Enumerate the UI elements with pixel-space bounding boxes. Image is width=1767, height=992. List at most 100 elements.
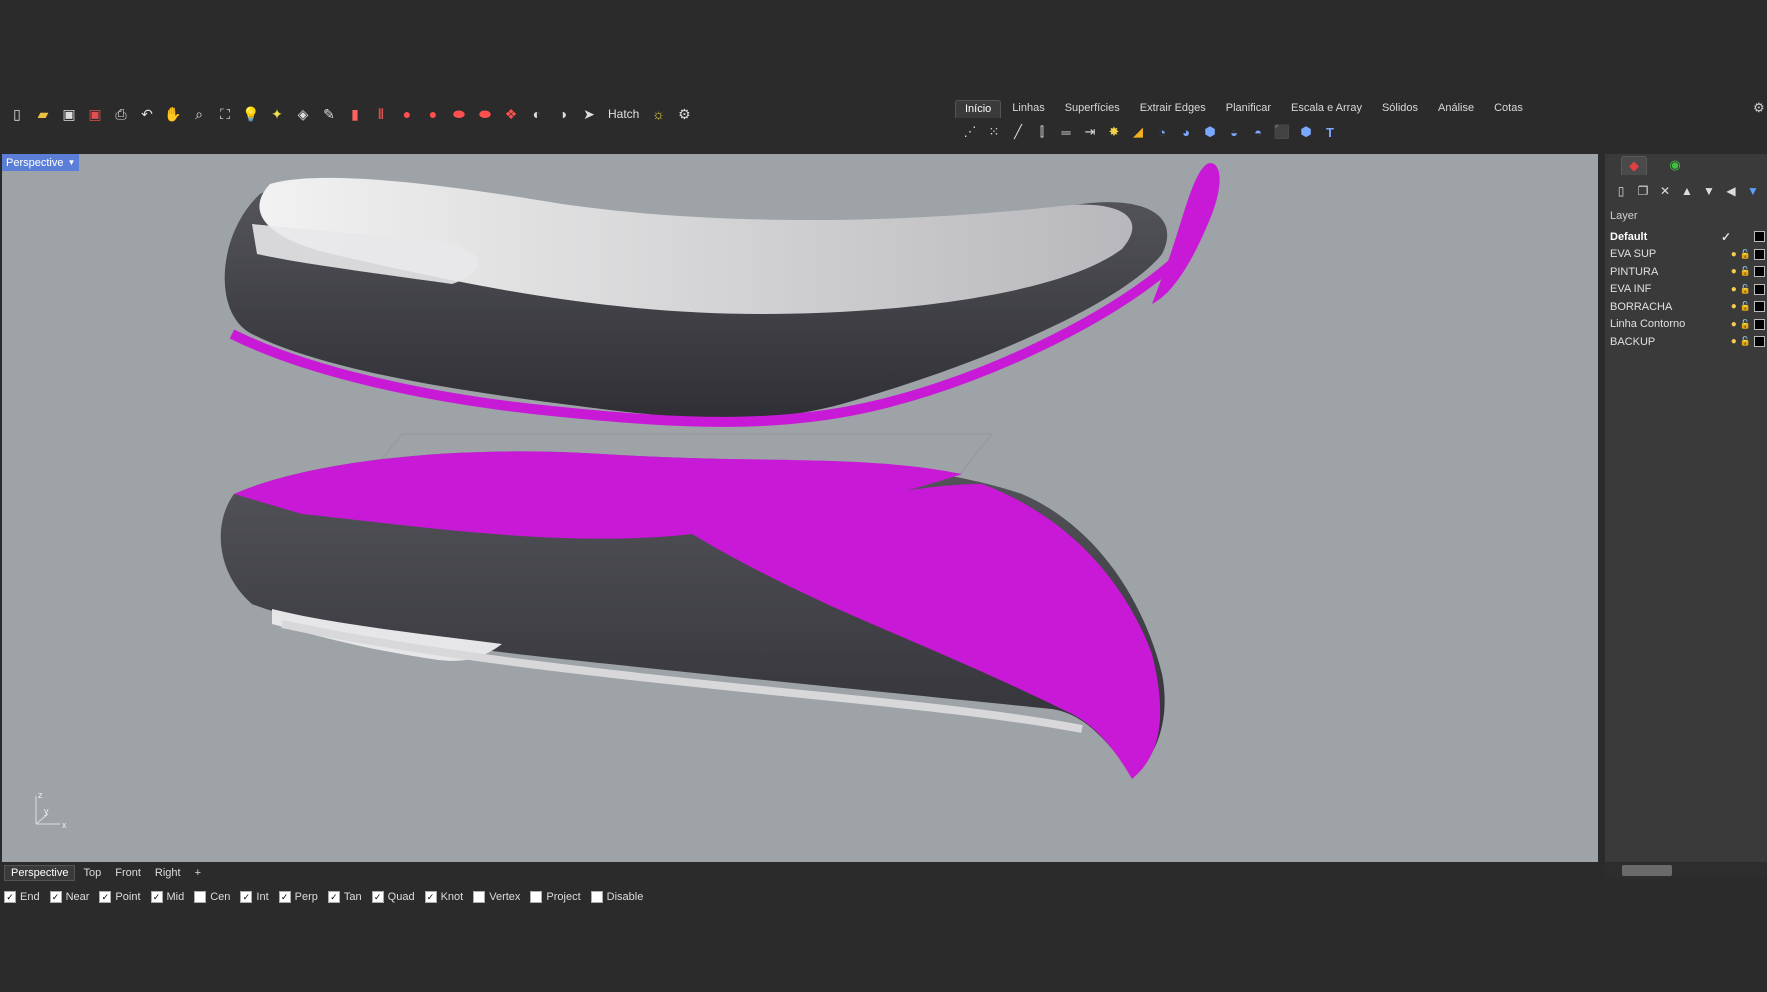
osnap-checkbox[interactable] [590,891,603,903]
boolean-icon[interactable]: ◢ [1128,122,1148,142]
ribbon-tab[interactable]: Análise [1429,100,1483,118]
layer-visible-bulb-icon[interactable]: ● [1731,301,1737,312]
hatch-button[interactable]: Hatch [604,107,643,121]
layer-color-swatch[interactable] [1754,336,1765,347]
new-layer-icon[interactable]: ▯ [1612,183,1630,199]
osnap-checkbox[interactable]: ✓ [278,891,291,903]
osnap-checkbox[interactable]: ✓ [327,891,340,903]
ribbon-tab[interactable]: Cotas [1485,100,1532,118]
layer-row[interactable]: EVA INF ● 🔓 [1610,281,1767,298]
zoom-extents-icon[interactable]: ⛶ [214,103,236,125]
delete-layer-icon[interactable]: ✕ [1656,183,1674,199]
pan-hand-icon[interactable]: ✋ [162,103,184,125]
explode-icon[interactable]: ⬬ [448,103,470,125]
viewport-tab[interactable]: Front [109,866,147,880]
render-sphere-icon[interactable]: ◐ [526,103,548,125]
osnap-mid[interactable]: ✓ Mid [150,891,184,903]
viewport-tab[interactable]: Perspective [4,865,76,881]
viewport-tab[interactable]: Right [149,866,187,880]
save-icon[interactable]: ▣ [58,103,80,125]
current-layer-check-icon[interactable]: ✓ [1721,230,1731,244]
join-icon[interactable]: ● [422,103,444,125]
add-viewport-tab-icon[interactable]: + [189,866,207,880]
osnap-checkbox[interactable] [473,891,486,903]
layers-tab-icon[interactable]: ◆ [1621,156,1647,175]
osnap-point[interactable]: ✓ Point [99,891,141,903]
osnap-near[interactable]: ✓ Near [49,891,89,903]
layer-visible-bulb-icon[interactable]: ● [1731,319,1737,330]
difference-icon[interactable]: ◒ [1224,122,1244,142]
osnap-checkbox[interactable]: ✓ [49,891,62,903]
new-file-icon[interactable]: ▯ [6,103,28,125]
osnap-perp[interactable]: ✓ Perp [278,891,318,903]
ribbon-tab[interactable]: Sólidos [1373,100,1427,118]
undo-icon[interactable]: ↶ [136,103,158,125]
osnap-tan[interactable]: ✓ Tan [327,891,362,903]
ribbon-tab[interactable]: Planificar [1217,100,1280,118]
split-icon[interactable]: ⫴ [370,103,392,125]
dimension-icon[interactable]: ✎ [318,103,340,125]
layer-row[interactable]: BACKUP ● 🔓 [1610,333,1767,350]
color-wheel-tab-icon[interactable]: ◉ [1663,156,1687,174]
explode-star-icon[interactable]: ✸ [1104,122,1124,142]
osnap-project[interactable]: Project [530,891,581,903]
osnap-checkbox[interactable] [530,891,543,903]
light-bulb-on-icon[interactable]: ✦ [266,103,288,125]
union-icon[interactable]: ⬢ [1200,122,1220,142]
lower-sole[interactable] [220,451,1165,779]
layer-row[interactable]: Default ✓ [1610,228,1767,245]
upper-sole[interactable] [224,163,1220,427]
move-left-icon[interactable]: ◀ [1722,183,1740,199]
zoom-icon[interactable]: ⌕ [188,103,210,125]
select-filter-icon[interactable]: ▮ [344,103,366,125]
options-icon[interactable]: ⚙ [673,103,695,125]
new-sublayer-icon[interactable]: ❐ [1634,183,1652,199]
light-bulb-icon[interactable]: 💡 [240,103,262,125]
layer-lock-icon[interactable]: 🔓 [1740,336,1751,347]
filter-icon[interactable]: ▼ [1744,183,1762,199]
layer-visible-bulb-icon[interactable]: ● [1731,336,1737,347]
layer-visible-bulb-icon[interactable]: ● [1731,266,1737,277]
save-as-icon[interactable]: ▣ [84,103,106,125]
osnap-checkbox[interactable] [194,891,207,903]
osnap-end[interactable]: ✓ End [4,891,40,903]
scrollbar-thumb[interactable] [1622,865,1672,876]
layer-color-swatch[interactable] [1754,318,1765,330]
osnap-vertex[interactable]: Vertex [473,891,520,903]
group-icon[interactable]: ⬬ [474,103,496,125]
print-icon[interactable]: ⎙ [110,103,132,125]
layer-row[interactable]: Linha Contorno ● 🔓 [1610,316,1767,333]
layer-color-swatch[interactable] [1754,248,1765,260]
ribbon-tab[interactable]: Superfícies [1056,100,1129,118]
layer-lock-icon[interactable]: 🔓 [1740,249,1751,260]
ribbon-tab[interactable]: Início [955,100,1002,118]
osnap-disable[interactable]: Disable [590,891,643,903]
points-grid-icon[interactable]: ⁙ [984,122,1004,142]
perspective-viewport[interactable] [2,154,1598,862]
blend-icon[interactable]: ◕ [1176,122,1196,142]
trim-icon[interactable]: ● [396,103,418,125]
osnap-quad[interactable]: ✓ Quad [371,891,415,903]
line-icon[interactable]: ╱ [1008,122,1028,142]
osnap-checkbox[interactable]: ✓ [150,891,163,903]
osnap-checkbox[interactable]: ✓ [4,891,16,903]
layer-lock-icon[interactable]: 🔓 [1740,319,1751,330]
layer-visible-bulb-icon[interactable]: ● [1731,249,1737,260]
osnap-checkbox[interactable]: ✓ [240,891,253,903]
mirror-icon[interactable]: ⫿ [1032,122,1052,142]
osnap-checkbox[interactable]: ✓ [424,891,437,903]
sun-settings-icon[interactable]: ☼ [647,103,669,125]
intersect-icon[interactable]: ◓ [1248,122,1268,142]
extend-icon[interactable]: ⇥ [1080,122,1100,142]
layer-state-icon[interactable]: ◈ [292,103,314,125]
layer-color-swatch[interactable] [1754,283,1765,295]
point-icon[interactable]: ⋰ [960,122,980,142]
fillet-icon[interactable]: ◔ [1152,122,1172,142]
osnap-cen[interactable]: Cen [194,891,230,903]
chevron-down-icon[interactable]: ▼ [67,158,75,167]
osnap-int[interactable]: ✓ Int [240,891,269,903]
move-down-icon[interactable]: ▼ [1700,183,1718,199]
move-up-icon[interactable]: ▲ [1678,183,1696,199]
layer-visible-bulb-icon[interactable]: ● [1731,284,1737,295]
cube-icon[interactable]: ⬢ [1296,122,1316,142]
